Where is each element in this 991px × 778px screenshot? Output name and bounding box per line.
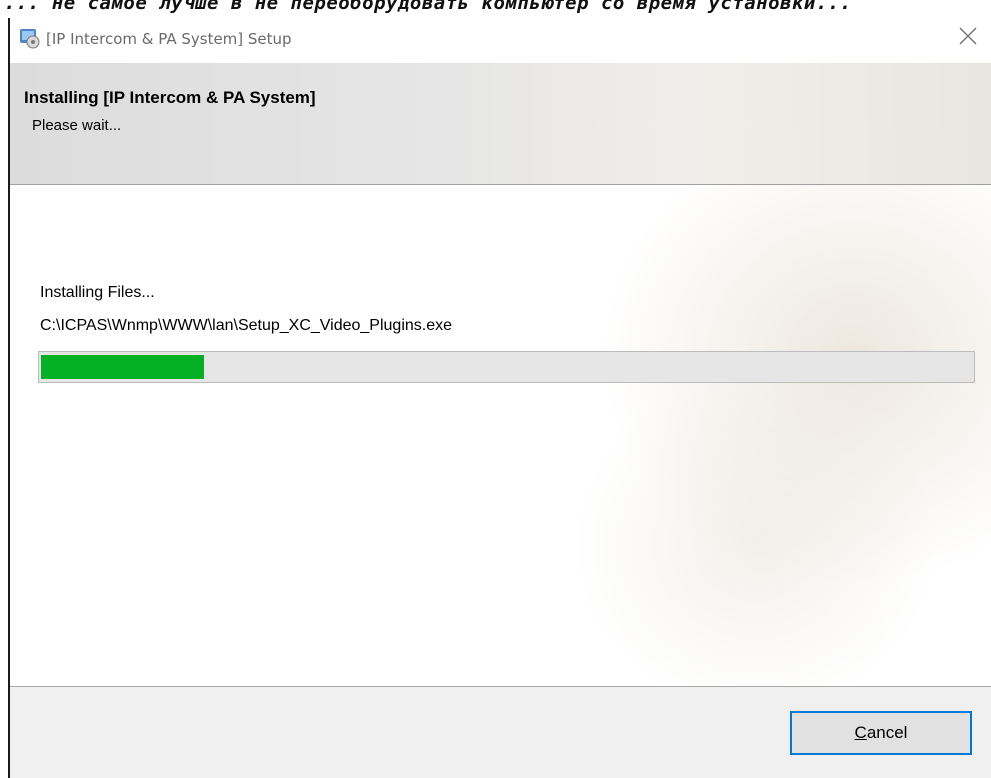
setup-window: [IP Intercom & PA System] Setup Installi… xyxy=(8,18,991,778)
window-title: [IP Intercom & PA System] Setup xyxy=(46,30,292,48)
install-status-label: Installing Files... xyxy=(40,284,155,301)
overlay-text: ... не самое лучше в не переоборудовать … xyxy=(4,0,852,14)
install-progress-panel: Installing Files... C:\ICPAS\Wnmp\WWW\la… xyxy=(10,185,991,687)
title-bar: [IP Intercom & PA System] Setup xyxy=(10,18,991,62)
header-subtitle: Please wait... xyxy=(32,117,122,134)
cancel-label: ancel xyxy=(866,723,908,742)
background-overlay-text-strip: ... не самое лучше в не переоборудовать … xyxy=(0,0,991,18)
cancel-button[interactable]: Cancel xyxy=(790,711,972,755)
installer-icon xyxy=(18,27,40,49)
progress-bar-fill xyxy=(41,355,204,379)
close-button[interactable] xyxy=(945,18,991,54)
cancel-mnemonic: C xyxy=(854,723,867,742)
close-icon xyxy=(959,27,977,45)
current-file-path: C:\ICPAS\Wnmp\WWW\lan\Setup_XC_Video_Plu… xyxy=(40,317,453,334)
progress-bar xyxy=(38,351,975,383)
header-title: Installing [IP Intercom & PA System] xyxy=(24,88,316,107)
header-banner: Installing [IP Intercom & PA System] Ple… xyxy=(10,63,991,185)
button-bar: Cancel xyxy=(10,687,991,778)
